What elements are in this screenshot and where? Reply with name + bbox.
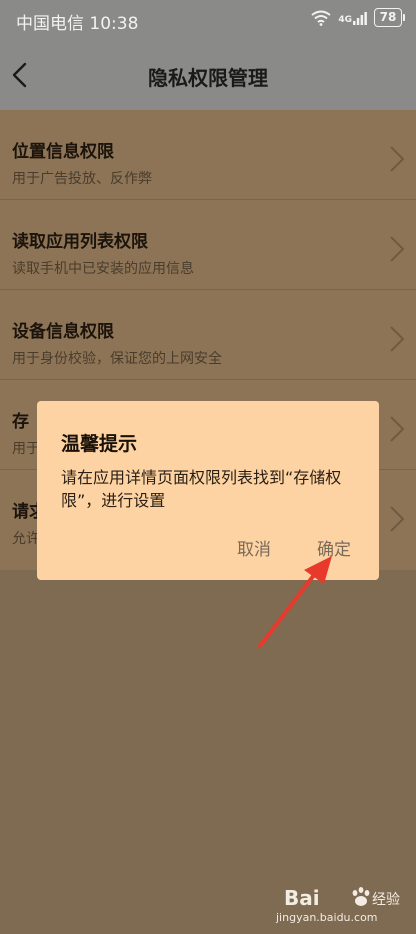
chevron-right-icon: [390, 326, 405, 352]
watermark-url: jingyan.baidu.com: [276, 911, 378, 924]
network-badge: 4G: [338, 14, 352, 25]
watermark-brand: 经验: [372, 892, 400, 908]
clock: 10:38: [89, 14, 139, 34]
permission-desc: 读取手机中已安装的应用信息: [12, 261, 194, 277]
chevron-right-icon: [390, 506, 405, 532]
chevron-right-icon: [390, 236, 405, 262]
carrier-label: 中国电信: [16, 14, 84, 34]
app-header: 隐私权限管理: [0, 40, 416, 110]
permission-title: 设备信息权限: [12, 322, 114, 342]
signal-group: 4G: [338, 11, 367, 25]
dialog-title: 温馨提示: [61, 433, 138, 455]
permission-item-device[interactable]: 设备信息权限 用于身份校验，保证您的上网安全: [0, 290, 416, 380]
permission-item-app-list[interactable]: 读取应用列表权限 读取手机中已安装的应用信息: [0, 200, 416, 290]
paw-icon: [352, 887, 370, 906]
wifi-icon: [311, 10, 331, 26]
signal-icon: [353, 11, 367, 25]
dialog-message: 请在应用详情页面权限列表找到“存储权限”，进行设置: [61, 468, 342, 510]
battery-indicator: 78: [374, 8, 405, 27]
permission-desc: 用于广告投放、反作弊: [12, 171, 152, 187]
red-arrow-annotation: [258, 556, 332, 648]
permission-title: 位置信息权限: [12, 142, 114, 162]
chevron-right-icon: [390, 146, 405, 172]
watermark-logo: Bai: [284, 886, 320, 910]
status-right: 4G 78: [311, 8, 405, 27]
permission-desc: 允许: [12, 531, 40, 547]
overlay-backdrop[interactable]: [0, 570, 416, 934]
baidu-watermark: Bai 经验 jingyan.baidu.com: [276, 884, 406, 926]
permission-title: 读取应用列表权限: [12, 232, 148, 252]
chevron-right-icon: [390, 416, 405, 442]
status-bar: 中国电信 10:38 4G 78: [0, 0, 416, 40]
permission-desc: 用于身份校验，保证您的上网安全: [12, 351, 222, 367]
permission-title: 存: [12, 412, 29, 432]
permission-desc: 用于: [12, 441, 40, 457]
permission-item-location[interactable]: 位置信息权限 用于广告投放、反作弊: [0, 110, 416, 200]
status-left: 中国电信 10:38: [16, 9, 138, 34]
page-title: 隐私权限管理: [148, 66, 268, 90]
